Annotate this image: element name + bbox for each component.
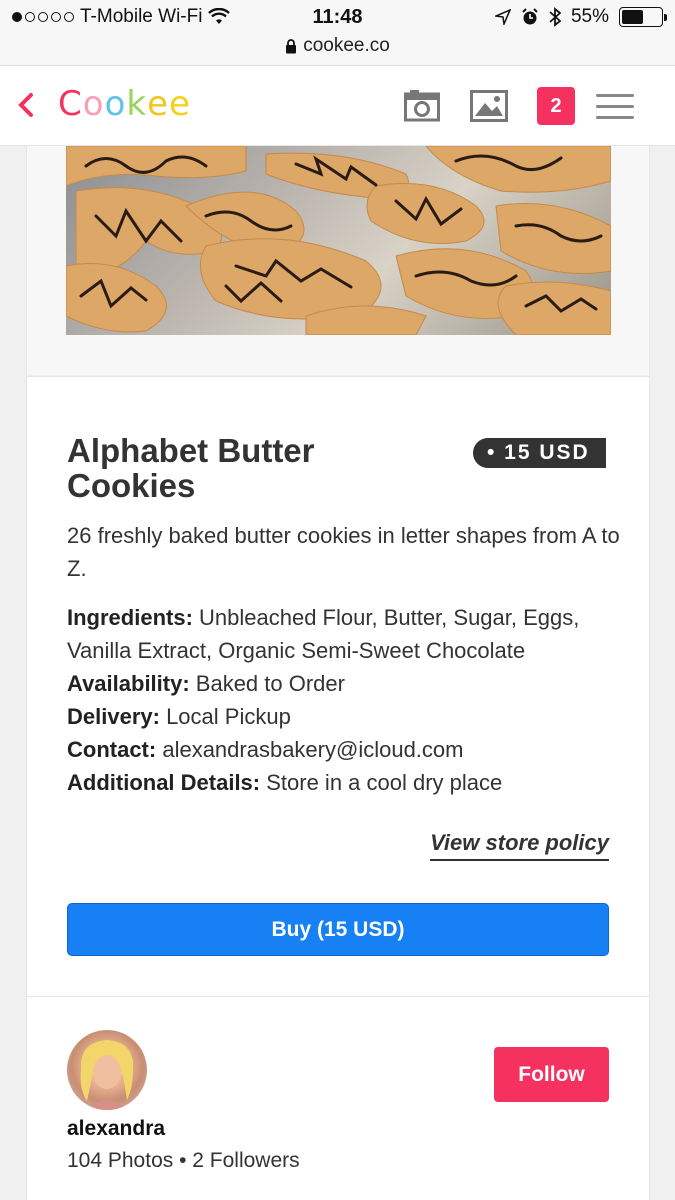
detail-label: Additional Details: [67,770,261,795]
logo-letter: C [58,84,83,124]
product-details-card: Alphabet Butter Cookies • 15 USD 26 fres… [26,376,650,996]
cookies-image [66,146,611,335]
cookee-logo[interactable]: Cookee [58,84,191,124]
seller-username[interactable]: alexandra [67,1117,165,1141]
avatar[interactable] [67,1030,147,1110]
buy-button[interactable]: Buy (15 USD) [67,903,609,956]
status-right: 55% [494,6,667,28]
logo-letter: o [104,84,127,124]
battery-level [622,10,643,24]
logo-letter: e [147,84,169,124]
lock-icon [286,38,297,53]
detail-value: Store in a cool dry place [260,770,503,795]
detail-row: Delivery: Local Pickup [67,700,627,733]
detail-row: Availability: Baked to Order [67,667,627,700]
alarm-icon [522,8,538,25]
notification-badge[interactable]: 2 [537,87,575,125]
url-domain: cookee.co [303,35,390,56]
detail-label: Delivery: [67,704,160,729]
price-badge: • 15 USD [473,438,606,468]
bluetooth-icon [549,7,561,27]
view-store-policy-link[interactable]: View store policy [430,830,609,861]
detail-value: Local Pickup [159,704,291,729]
location-arrow-icon [494,9,511,25]
detail-label: Availability: [67,671,190,696]
detail-value: alexandrasbakery@icloud.com [156,737,464,762]
battery-icon [619,7,667,27]
seller-card: alexandra 104 Photos • 2 Followers Follo… [26,996,650,1200]
logo-letter: k [126,84,148,124]
seller-stats: 104 Photos • 2 Followers [67,1149,300,1172]
status-bar: T-Mobile Wi-Fi 11:48 55% [0,0,675,34]
logo-letter: o [82,84,105,124]
url-bar[interactable]: cookee.co [0,34,675,66]
product-photo-card [26,146,650,375]
follow-button[interactable]: Follow [494,1047,609,1102]
detail-row: Additional Details: Store in a cool dry … [67,766,627,799]
detail-label: Ingredients: [67,605,193,630]
product-description: 26 freshly baked butter cookies in lette… [67,523,620,581]
camera-icon[interactable] [404,88,440,122]
back-chevron-icon[interactable] [14,90,38,120]
logo-letter: e [169,84,191,124]
hamburger-menu-icon[interactable] [596,94,634,120]
detail-row: Ingredients: Unbleached Flour, Butter, S… [67,601,627,667]
app-header: Cookee 2 [0,66,675,146]
product-title: Alphabet Butter Cookies [67,432,315,504]
detail-label: Contact: [67,737,157,762]
battery-percent: 55% [570,6,609,27]
image-icon[interactable] [470,90,508,122]
avatar-image [80,1040,134,1110]
product-details-list: Ingredients: Unbleached Flour, Butter, S… [67,601,627,799]
detail-row: Contact: alexandrasbakery@icloud.com [67,733,627,766]
product-photo[interactable] [66,146,611,335]
detail-value: Baked to Order [189,671,345,696]
